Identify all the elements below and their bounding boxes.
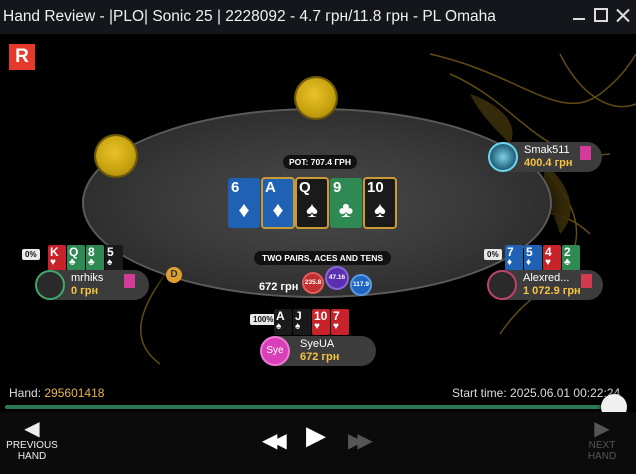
card-suit: ♥ (50, 257, 56, 268)
dealer-button: D (166, 267, 182, 283)
card-rank: A (265, 179, 276, 196)
play-button[interactable]: ▶ (306, 420, 326, 451)
hole-card: 7 ♦ (505, 245, 523, 271)
hole-card: 2 ♣ (562, 245, 580, 271)
window-title: Hand Review - |PLO| Sonic 25 | 2228092 -… (3, 8, 496, 25)
player-stack: 0 грн (71, 285, 99, 297)
fast-forward-icon: ▶▶ (348, 430, 373, 452)
card-suit: ♠ (374, 197, 386, 222)
chip-stack-purple: 47.16 (325, 266, 349, 290)
pot-label: POT: 707.4 ГРН (283, 155, 357, 169)
equity-badge: 0% (22, 249, 40, 260)
avatar (487, 270, 517, 300)
triangle-left-icon: ◀ (24, 418, 40, 440)
board-card: 6 ♦ (228, 178, 260, 228)
player-syeua[interactable]: Sye SyeUA 672 грн (260, 336, 376, 366)
chip-stack-blue: 117.9 (350, 274, 372, 296)
chip-stack-red: 235.8 (302, 272, 324, 294)
card-rank: Q (299, 179, 311, 196)
card-suit: ♦ (526, 257, 532, 268)
card-suit: ♠ (295, 321, 301, 332)
hole-cards-alexred: 7 ♦ 5 ♦ 4 ♥ 2 ♣ (505, 245, 581, 271)
card-rank: 6 (231, 179, 240, 196)
board-card: 9 ♣ (330, 178, 362, 228)
note-flag-icon[interactable] (580, 146, 591, 160)
hole-card: 7 ♥ (331, 309, 349, 335)
empty-seat-top-left[interactable] (96, 136, 136, 176)
card-suit: ♣ (69, 257, 76, 268)
player-stack: 672 грн (300, 351, 340, 363)
card-suit: ♥ (314, 321, 320, 332)
rewind-icon: ◀◀ (262, 430, 287, 452)
board-cards: 6 ♦ A ♦ Q ♠ 9 ♣ 10 ♠ (228, 177, 397, 229)
hole-card: 5 ♠ (105, 245, 123, 271)
hole-card: K ♥ (48, 245, 66, 271)
card-rank: 9 (333, 179, 342, 196)
board-card: Q ♠ (295, 177, 329, 229)
replay-controls: ◀ PREVIOUS HAND ◀◀ ▶ ▶▶ ▶ NEXT HAND (0, 412, 636, 474)
player-name: mrhiks (71, 272, 104, 284)
hole-card: A ♠ (274, 309, 292, 335)
rewind-button[interactable]: ◀◀ (262, 428, 287, 453)
player-alexred[interactable]: Alexred... 1 072.9 грн (487, 270, 603, 300)
card-suit: ♦ (238, 197, 250, 222)
hole-cards-syeua: A ♠ J ♠ 10 ♥ 7 ♥ (274, 309, 350, 335)
next-hand-button[interactable]: ▶ NEXT HAND (580, 418, 624, 462)
card-suit: ♣ (88, 257, 95, 268)
hole-card: Q ♣ (67, 245, 85, 271)
hole-card: 10 ♥ (312, 309, 330, 335)
board-card: A ♦ (261, 177, 295, 229)
hole-cards-mrhiks: K ♥ Q ♣ 8 ♣ 5 ♠ (48, 245, 124, 271)
empty-seat-top[interactable] (296, 78, 336, 118)
player-smak511[interactable]: Smak511 400.4 грн (488, 142, 602, 172)
hand-number: Hand: 295601418 (9, 386, 105, 400)
player-name: Smak511 (524, 144, 570, 156)
minimize-icon[interactable] (572, 8, 586, 22)
card-suit: ♥ (333, 321, 339, 332)
fast-forward-button[interactable]: ▶▶ (348, 428, 373, 453)
note-flag-icon[interactable] (581, 274, 592, 288)
play-icon: ▶ (306, 420, 326, 450)
start-time: Start time: 2025.06.01 00:22:24 (452, 386, 621, 400)
hole-card: 5 ♦ (524, 245, 542, 271)
hand-description: TWO PAIRS, ACES AND TENS (254, 251, 392, 265)
player-stack: 400.4 грн (524, 157, 573, 169)
avatar: Sye (260, 336, 290, 366)
equity-badge: 100% (250, 314, 277, 325)
card-suit: ♦ (272, 197, 284, 222)
player-name: Alexred... (523, 272, 570, 284)
card-suit: ♥ (545, 257, 551, 268)
close-icon[interactable] (616, 8, 630, 22)
note-flag-icon[interactable] (124, 274, 135, 288)
player-stack: 1 072.9 грн (523, 285, 581, 297)
card-suit: ♠ (306, 197, 318, 222)
card-rank: 10 (367, 179, 384, 196)
player-mrhiks[interactable]: mrhiks 0 грн (35, 270, 149, 300)
card-suit: ♣ (564, 257, 571, 268)
triangle-right-icon: ▶ (594, 418, 610, 440)
card-suit: ♠ (107, 257, 113, 268)
avatar (35, 270, 65, 300)
title-bar: Hand Review - |PLO| Sonic 25 | 2228092 -… (0, 0, 636, 34)
maximize-icon[interactable] (594, 8, 608, 22)
hole-card: J ♠ (293, 309, 311, 335)
board-card: 10 ♠ (363, 177, 397, 229)
hole-card: 8 ♣ (86, 245, 104, 271)
pot-amount: 672 грн (259, 281, 299, 293)
card-suit: ♦ (507, 257, 513, 268)
avatar (488, 142, 518, 172)
card-suit: ♣ (338, 197, 354, 222)
app-logo: R (9, 44, 35, 70)
card-suit: ♠ (276, 321, 282, 332)
replay-progress-bar[interactable] (5, 405, 617, 409)
previous-hand-button[interactable]: ◀ PREVIOUS HAND (5, 418, 59, 462)
equity-badge: 0% (484, 249, 502, 260)
hole-card: 4 ♥ (543, 245, 561, 271)
player-name: SyeUA (300, 338, 335, 350)
